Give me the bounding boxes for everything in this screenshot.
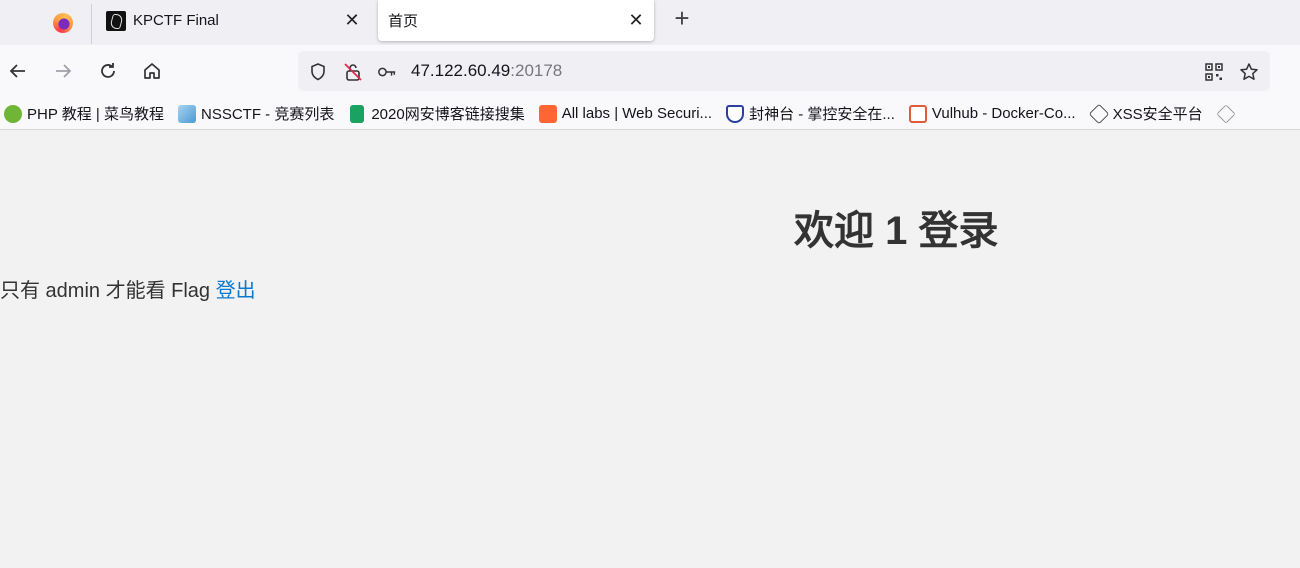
qr-code-icon[interactable] [1204, 62, 1224, 82]
fengshentai-icon [726, 104, 745, 123]
key-icon[interactable] [377, 62, 397, 82]
tab-title: 首页 [388, 13, 419, 30]
bookmark-label: 2020网安博客链接搜集 [371, 106, 525, 123]
tab-title: KPCTF Final [133, 12, 219, 29]
bookmarks-toolbar: PHP 教程 | 菜鸟教程 NSSCTF - 竞赛列表 2020网安博客链接搜集… [0, 98, 1300, 130]
reload-icon [101, 63, 115, 78]
vulhub-icon [908, 104, 927, 123]
admin-message: 只有 admin 才能看 Flag 登出 [0, 274, 256, 303]
url-port: :20178 [510, 61, 563, 80]
logout-link[interactable]: 登出 [216, 280, 256, 302]
url-host: 47.122.60.49 [411, 61, 511, 80]
home-icon [144, 63, 160, 79]
bookmark-portswigger-labs[interactable]: All labs | Web Securi... [538, 104, 713, 123]
url-text[interactable]: 47.122.60.49:20178 [411, 61, 562, 81]
close-tab-icon[interactable]: ✕ [342, 10, 362, 30]
forward-arrow-icon [56, 64, 72, 78]
portswigger-icon [538, 104, 557, 123]
bookmark-vulhub[interactable]: Vulhub - Docker-Co... [908, 104, 1076, 123]
address-bar[interactable]: 47.122.60.49:20178 [298, 51, 1270, 91]
bookmark-label: NSSCTF - 竞赛列表 [200, 106, 335, 123]
bookmark-2020-blog-links[interactable]: 2020网安博客链接搜集 [348, 103, 525, 124]
insecure-lock-icon[interactable] [343, 62, 363, 82]
back-arrow-icon [9, 64, 25, 78]
runoob-icon [4, 104, 22, 123]
tab-kpctf-final[interactable]: KPCTF Final ✕ [94, 0, 370, 41]
bookmark-xss-platform[interactable]: XSS安全平台 [1088, 103, 1203, 124]
bookmark-label: XSS安全平台 [1112, 106, 1203, 123]
close-tab-icon[interactable]: ✕ [626, 10, 646, 30]
bookmark-php-tutorial[interactable]: PHP 教程 | 菜鸟教程 [4, 103, 164, 124]
firefox-icon [53, 13, 73, 33]
sheets-icon [350, 104, 365, 123]
page-content: 欢迎 1 登录 只有 admin 才能看 Flag 登出 [0, 131, 1300, 568]
bookmark-overflow-partial[interactable] [1216, 103, 1240, 124]
navigation-toolbar: 47.122.60.49:20178 [0, 45, 1300, 98]
bookmark-label: 封神台 - 掌控安全在... [749, 106, 895, 123]
firefox-view-button[interactable] [36, 6, 90, 40]
new-tab-button[interactable]: + [670, 5, 694, 32]
kpctf-favicon-icon [106, 10, 126, 31]
flag-notice-text: 只有 admin 才能看 Flag [0, 280, 211, 302]
back-button[interactable] [5, 58, 31, 84]
bookmark-star-icon[interactable] [1239, 62, 1259, 82]
bookmark-label: PHP 教程 | 菜鸟教程 [27, 106, 164, 123]
bookmark-cube-icon [1216, 103, 1236, 124]
forward-button[interactable] [50, 58, 76, 84]
reload-button[interactable] [95, 58, 121, 84]
tab-strip: KPCTF Final ✕ 首页 ✕ + [0, 0, 1300, 45]
tab-divider [91, 4, 92, 44]
bookmark-label: All labs | Web Securi... [561, 105, 713, 122]
welcome-heading: 欢迎 1 登录 [794, 209, 999, 253]
xss-cube-icon [1088, 103, 1109, 124]
home-button[interactable] [139, 58, 165, 84]
nssctf-icon [177, 104, 196, 123]
bookmark-label: Vulhub - Docker-Co... [931, 105, 1076, 122]
bookmark-nssctf[interactable]: NSSCTF - 竞赛列表 [177, 103, 335, 124]
bookmark-fengshentai[interactable]: 封神台 - 掌控安全在... [726, 103, 895, 124]
tracking-protection-shield-icon[interactable] [308, 62, 328, 82]
tab-home[interactable]: 首页 ✕ [378, 0, 654, 41]
